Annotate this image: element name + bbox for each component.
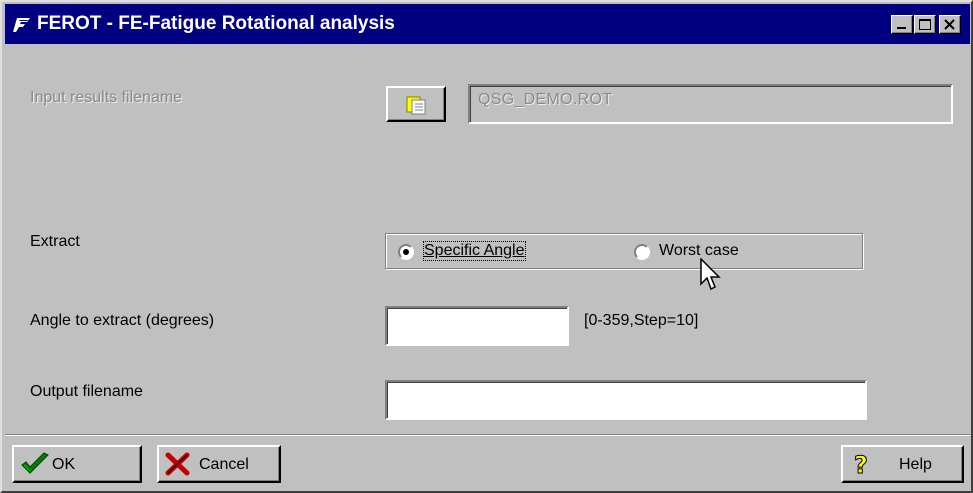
checkmark-icon [21,452,49,474]
radio-specific-angle-label[interactable]: Specific Angle [423,241,526,261]
input-results-field[interactable]: QSG_DEMO.ROT [468,84,953,124]
extract-label: Extract [30,233,80,250]
radio-worst-case-label[interactable]: Worst case [659,242,739,260]
close-icon [944,19,955,30]
angle-label: Angle to extract (degrees) [30,312,215,329]
window-title: FEROT - FE-Fatigue Rotational analysis [37,13,395,34]
close-button[interactable] [939,15,961,34]
radio-selected-dot [403,249,409,255]
app-logo-icon [13,18,30,32]
cancel-label: Cancel [199,456,249,473]
dialog-window: FEROT - FE-Fatigue Rotational analysis I… [0,0,973,493]
browse-button[interactable] [386,86,446,122]
input-results-value: QSG_DEMO.ROT [478,91,613,108]
angle-input[interactable] [385,306,569,346]
folder-icon [406,96,426,115]
svg-text:?: ? [854,451,868,477]
radio-specific-angle[interactable] [398,244,414,260]
title-bar[interactable]: FEROT - FE-Fatigue Rotational analysis [5,4,970,44]
cancel-button[interactable]: Cancel [157,445,281,483]
maximize-icon [919,19,931,30]
cancel-x-icon [165,452,190,476]
extract-radio-group: Specific Angle Worst case [385,233,863,269]
help-question-icon: ? [854,451,869,477]
button-bar: OK Cancel ? Help [5,434,970,490]
angle-range-hint: [0-359,Step=10] [584,312,699,329]
minimize-icon [897,27,906,29]
minimize-button[interactable] [891,15,913,34]
output-filename-input[interactable] [385,380,867,420]
input-results-label: Input results filename [30,89,183,106]
maximize-button[interactable] [914,15,936,34]
dialog-body: Input results filename QSG_DEMO.ROT Extr… [5,46,970,431]
help-button[interactable]: ? Help [841,445,964,483]
radio-worst-case[interactable] [634,244,650,260]
output-label: Output filename [30,383,143,400]
help-label: Help [899,456,932,473]
ok-button[interactable]: OK [12,445,142,483]
ok-label: OK [52,456,76,473]
